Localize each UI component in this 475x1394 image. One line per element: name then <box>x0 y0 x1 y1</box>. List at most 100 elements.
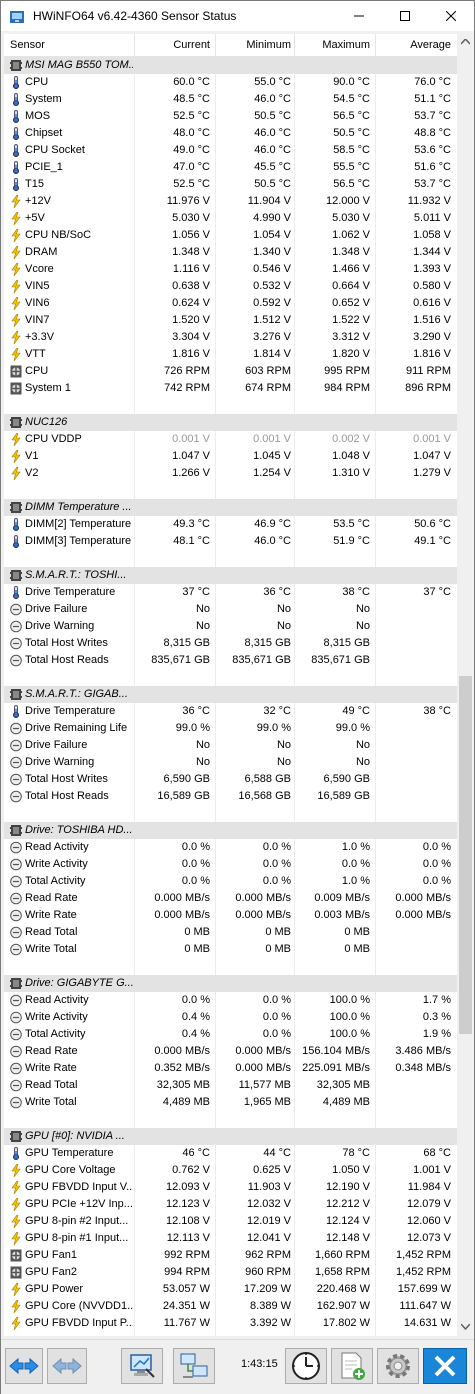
sensor-group-row[interactable]: S.M.A.R.T.: TOSHI... <box>4 567 457 584</box>
sensor-row[interactable]: GPU Temperature 46 °C 44 °C 78 °C 68 °C <box>4 1145 457 1162</box>
sensor-row[interactable]: GPU Core Voltage 0.762 V 0.625 V 1.050 V 1.0… <box>4 1162 457 1179</box>
sensor-row[interactable]: GPU 8-pin #2 Input... 12.108 V 12.019 V 12.… <box>4 1213 457 1230</box>
column-header-average[interactable]: Average <box>410 39 451 51</box>
maximize-button[interactable] <box>382 1 428 31</box>
sensor-row[interactable]: CPU 726 RPM 603 RPM 995 RPM 911 RPM <box>4 363 457 380</box>
column-header-sensor[interactable]: Sensor <box>10 39 45 51</box>
sensor-row[interactable]: Drive Failure No No No <box>4 737 457 754</box>
column-header-maximum[interactable]: Maximum <box>322 39 370 51</box>
sensor-row[interactable]: VTT 1.816 V 1.814 V 1.820 V 1.816 V <box>4 346 457 363</box>
sensor-row[interactable]: Total Host Reads 16,589 GB 16,568 GB 16,589… <box>4 788 457 805</box>
chip-icon <box>10 824 22 837</box>
sensor-row[interactable]: GPU PCIe +12V Inp... 12.123 V 12.032 V 12.2… <box>4 1196 457 1213</box>
sensor-row[interactable]: Read Total 0 MB 0 MB 0 MB <box>4 924 457 941</box>
scrollbar-thumb[interactable] <box>459 676 472 1034</box>
sensor-row[interactable]: Total Activity 0.0 % 0.0 % 1.0 % 0.0 % <box>4 873 457 890</box>
sensor-group-row[interactable]: Drive: GIGABYTE G... <box>4 975 457 992</box>
sensor-row[interactable]: CPU Socket 49.0 °C 46.0 °C 58.5 °C 53.6 °C <box>4 142 457 159</box>
sensor-row[interactable]: Drive Temperature 37 °C 36 °C 38 °C 37 °C <box>4 584 457 601</box>
column-divider[interactable] <box>375 34 376 57</box>
reset-clock-button[interactable] <box>285 1348 327 1384</box>
sensor-row[interactable]: Write Rate 0.352 MB/s 0.000 MB/s 225.091 MB… <box>4 1060 457 1077</box>
sensor-row[interactable]: Write Total 4,489 MB 1,965 MB 4,489 MB <box>4 1094 457 1111</box>
sensor-group-row[interactable]: NUC126 <box>4 414 457 431</box>
sensor-row[interactable]: CPU 60.0 °C 55.0 °C 90.0 °C 76.0 °C <box>4 74 457 91</box>
sensor-row[interactable]: Vcore 1.116 V 0.546 V 1.466 V 1.393 V <box>4 261 457 278</box>
sensor-row[interactable]: Read Activity 0.0 % 0.0 % 1.0 % 0.0 % <box>4 839 457 856</box>
sensor-row[interactable]: Drive Temperature 36 °C 32 °C 49 °C 38 °C <box>4 703 457 720</box>
sensor-group-row[interactable]: S.M.A.R.T.: GIGAB... <box>4 686 457 703</box>
sensor-row[interactable]: GPU FBVDD Input V... 12.093 V 11.903 V 12.1… <box>4 1179 457 1196</box>
sensor-row[interactable]: VIN5 0.638 V 0.532 V 0.664 V 0.580 V <box>4 278 457 295</box>
sensor-group-row[interactable]: DIMM Temperature ... <box>4 499 457 516</box>
column-divider[interactable] <box>294 34 295 57</box>
sensor-row[interactable]: Drive Remaining Life 99.0 % 99.0 % 99.0 % <box>4 720 457 737</box>
sensor-row[interactable]: Drive Warning No No No <box>4 618 457 635</box>
sensor-row[interactable]: Total Activity 0.4 % 0.0 % 100.0 % 1.9 % <box>4 1026 457 1043</box>
switch-view-button[interactable] <box>5 1348 43 1384</box>
sensor-row[interactable]: Total Host Reads 835,671 GB 835,671 GB 835,… <box>4 652 457 669</box>
minimize-button[interactable] <box>336 1 382 31</box>
exit-button[interactable] <box>423 1348 467 1384</box>
sensor-row[interactable]: VIN6 0.624 V 0.592 V 0.652 V 0.616 V <box>4 295 457 312</box>
sensor-row[interactable]: Write Total 0 MB 0 MB 0 MB <box>4 941 457 958</box>
sensor-row[interactable]: +5V 5.030 V 4.990 V 5.030 V 5.011 V <box>4 210 457 227</box>
sensor-row[interactable]: System 1 742 RPM 674 RPM 984 RPM 896 RPM <box>4 380 457 397</box>
sensor-row[interactable]: DIMM[2] Temperature 49.3 °C 46.9 °C 53.5 °C… <box>4 516 457 533</box>
sensor-row[interactable]: Total Host Writes 8,315 GB 8,315 GB 8,315 G… <box>4 635 457 652</box>
sensor-group-row[interactable]: Drive: TOSHIBA HD... <box>4 822 457 839</box>
sensor-row[interactable]: Drive Failure No No No <box>4 601 457 618</box>
sensor-row[interactable]: CPU VDDP 0.001 V 0.001 V 0.002 V 0.001 V <box>4 431 457 448</box>
network-button[interactable] <box>173 1348 215 1384</box>
maximum-value: 54.5 °C <box>333 93 370 105</box>
sensor-row[interactable]: V2 1.266 V 1.254 V 1.310 V 1.279 V <box>4 465 457 482</box>
sensor-group-row[interactable]: MSI MAG B550 TOM... <box>4 57 457 74</box>
collapse-button[interactable] <box>47 1348 87 1384</box>
average-value: 49.1 °C <box>414 535 451 547</box>
sensor-row[interactable]: Total Host Writes 6,590 GB 6,588 GB 6,590 G… <box>4 771 457 788</box>
maximum-value: 0.009 MB/s <box>314 892 370 904</box>
column-divider[interactable] <box>215 34 216 57</box>
sensor-row[interactable]: Chipset 48.0 °C 46.0 °C 50.5 °C 48.8 °C <box>4 125 457 142</box>
sensor-row[interactable]: MOS 52.5 °C 50.5 °C 56.5 °C 53.7 °C <box>4 108 457 125</box>
sensor-row[interactable]: Write Activity 0.4 % 0.0 % 100.0 % 0.3 % <box>4 1009 457 1026</box>
scroll-down-icon[interactable] <box>461 1324 470 1330</box>
column-header-current[interactable]: Current <box>173 39 210 51</box>
sensor-row[interactable]: GPU Fan1 992 RPM 962 RPM 1,660 RPM 1,452 RPM <box>4 1247 457 1264</box>
add-report-button[interactable] <box>331 1348 373 1384</box>
gauge-icon <box>10 603 22 616</box>
settings-button[interactable] <box>377 1348 419 1384</box>
sensor-row[interactable]: +3.3V 3.304 V 3.276 V 3.312 V 3.290 V <box>4 329 457 346</box>
sensor-row[interactable]: DRAM 1.348 V 1.340 V 1.348 V 1.344 V <box>4 244 457 261</box>
sensor-row[interactable]: DIMM[3] Temperature 48.1 °C 46.0 °C 51.9 °C… <box>4 533 457 550</box>
logging-button[interactable] <box>121 1348 163 1384</box>
sensor-name: +3.3V <box>25 331 55 343</box>
sensor-row[interactable]: Write Activity 0.0 % 0.0 % 0.0 % 0.0 % <box>4 856 457 873</box>
sensor-row[interactable]: VIN7 1.520 V 1.512 V 1.522 V 1.516 V <box>4 312 457 329</box>
sensor-row[interactable]: GPU 8-pin #1 Input... 12.113 V 12.041 V 12.… <box>4 1230 457 1247</box>
sensor-row[interactable]: +12V 11.976 V 11.904 V 12.000 V 11.932 V <box>4 193 457 210</box>
sensor-row[interactable]: T15 52.5 °C 50.5 °C 56.5 °C 53.7 °C <box>4 176 457 193</box>
column-header-minimum[interactable]: Minimum <box>246 39 291 51</box>
sensor-row[interactable]: Read Total 32,305 MB 11,577 MB 32,305 MB <box>4 1077 457 1094</box>
close-window-button[interactable] <box>428 1 474 31</box>
sensor-row[interactable]: PCIE_1 47.0 °C 45.5 °C 55.5 °C 51.6 °C <box>4 159 457 176</box>
vertical-scrollbar[interactable] <box>457 34 474 1336</box>
sensor-row[interactable]: System 48.5 °C 46.0 °C 54.5 °C 51.1 °C <box>4 91 457 108</box>
sensor-row[interactable]: Drive Warning No No No <box>4 754 457 771</box>
sensor-row[interactable]: GPU Core (NVVDD1... 24.351 W 8.389 W 162.90… <box>4 1298 457 1315</box>
minimum-value: 8.389 W <box>250 1300 291 1312</box>
column-divider[interactable] <box>134 34 135 57</box>
sensor-row[interactable]: GPU Power 53.057 W 17.209 W 220.468 W 157.69… <box>4 1281 457 1298</box>
sensor-row[interactable]: Write Rate 0.000 MB/s 0.000 MB/s 0.003 MB/s… <box>4 907 457 924</box>
sensor-row[interactable]: CPU NB/SoC 1.056 V 1.054 V 1.062 V 1.058 V <box>4 227 457 244</box>
sensor-group-row[interactable]: GPU [#0]: NVIDIA ... <box>4 1128 457 1145</box>
sensor-row[interactable]: V1 1.047 V 1.045 V 1.048 V 1.047 V <box>4 448 457 465</box>
sensor-row[interactable]: GPU FBVDD Input P... 11.767 W 3.392 W 17.80… <box>4 1315 457 1332</box>
sensor-row[interactable]: GPU Fan2 994 RPM 960 RPM 1,658 RPM 1,452 RPM <box>4 1264 457 1281</box>
scroll-up-icon[interactable] <box>461 39 470 45</box>
sensor-row[interactable]: Read Activity 0.0 % 0.0 % 100.0 % 1.7 % <box>4 992 457 1009</box>
sensor-row[interactable]: Read Rate 0.000 MB/s 0.000 MB/s 0.009 MB/s 0… <box>4 890 457 907</box>
sensor-row[interactable]: Read Rate 0.000 MB/s 0.000 MB/s 156.104 MB/… <box>4 1043 457 1060</box>
sensor-name: VIN6 <box>25 297 50 309</box>
